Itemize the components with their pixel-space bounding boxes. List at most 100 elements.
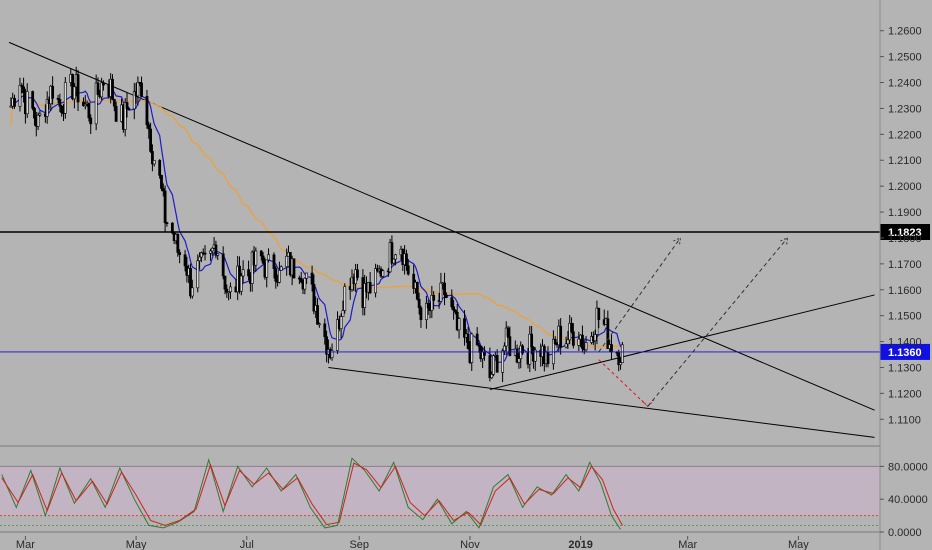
candle-body	[316, 305, 319, 325]
oscillator-axis[interactable]: 80.0000 40.0000 0.0000	[880, 461, 928, 539]
candle-body	[210, 247, 214, 252]
candle-body	[339, 316, 343, 329]
candle-body	[299, 277, 303, 283]
time-tick-label: Mar	[678, 539, 697, 550]
current-price-label: 1.1360	[888, 347, 922, 359]
candle-body	[343, 286, 347, 311]
candle-body	[356, 269, 359, 278]
oscillator-tick-label: 0.0000	[888, 527, 922, 539]
candle-body	[368, 282, 372, 294]
candle-body	[161, 188, 165, 192]
candle-body	[564, 343, 568, 348]
candle-body	[415, 282, 419, 300]
candle-body	[553, 338, 557, 344]
candle-body	[394, 254, 397, 260]
candle-body	[149, 128, 152, 152]
candle-body	[374, 268, 377, 294]
candle-body	[559, 325, 563, 348]
candle-body	[160, 175, 163, 189]
candle-body	[239, 275, 243, 292]
candle-body	[454, 309, 457, 313]
price-tick-label: 1.1700	[888, 259, 922, 271]
candle-body	[483, 351, 486, 356]
candle-body	[439, 282, 443, 302]
candle-body	[127, 108, 131, 110]
price-tick-label: 1.2200	[888, 129, 922, 141]
candle-body	[530, 333, 534, 348]
price-chart[interactable]: 1.18231.1360 1.26001.25001.24001.23001.2…	[0, 0, 932, 550]
oscillator-band	[0, 466, 880, 516]
candle-body	[158, 160, 162, 176]
candle-body	[274, 268, 278, 282]
candle-body	[392, 258, 396, 264]
candle-body	[501, 350, 504, 373]
price-tick-label: 1.2600	[888, 26, 922, 38]
candle-body	[147, 124, 151, 130]
candle-body	[305, 272, 309, 279]
candle-body	[571, 331, 575, 346]
time-tick-label: Nov	[460, 539, 480, 550]
candle-body	[183, 254, 187, 267]
candle-body	[87, 102, 91, 119]
candle-body	[584, 342, 588, 351]
candle-body	[610, 344, 613, 353]
candle-body	[261, 255, 265, 264]
price-tick-label: 1.1400	[888, 337, 922, 349]
candle-body	[18, 85, 22, 107]
candle-body	[577, 338, 581, 346]
candle-body	[203, 252, 207, 255]
candle-body	[89, 117, 93, 125]
candle-body	[198, 256, 201, 262]
time-tick-label: May	[126, 539, 147, 550]
candle-body	[405, 253, 408, 267]
price-tick-label: 1.2100	[888, 155, 922, 167]
price-tick-label: 1.1600	[888, 285, 922, 297]
candle-body	[178, 252, 182, 256]
candle-body	[475, 333, 479, 346]
candle-body	[96, 82, 100, 95]
candle-body	[597, 307, 601, 320]
time-tick-label: Sep	[349, 539, 369, 550]
oscillator-tick-label: 80.0000	[888, 461, 928, 473]
candle-body	[323, 323, 327, 338]
candle-body	[546, 351, 550, 365]
candle-body	[419, 307, 423, 320]
candle-body	[450, 297, 454, 308]
candle-body	[620, 344, 624, 363]
candle-body	[310, 272, 314, 285]
price-tick-label: 1.1100	[888, 414, 921, 426]
price-tick-label: 1.2400	[888, 78, 922, 90]
time-tick-label: May	[788, 539, 809, 550]
candle-body	[221, 253, 225, 277]
candle-body	[241, 269, 245, 277]
candle-body	[58, 99, 62, 107]
candle-body	[254, 250, 258, 266]
candle-body	[444, 294, 448, 298]
price-tick-label: 1.2000	[888, 181, 922, 193]
candle-body	[111, 78, 114, 100]
candle-body	[570, 322, 573, 332]
candle-body	[25, 91, 29, 115]
candle-body	[285, 255, 289, 268]
candle-body	[443, 282, 446, 296]
candle-body	[125, 102, 129, 109]
candle-body	[63, 82, 67, 114]
candle-body	[102, 82, 105, 86]
candle-body	[51, 85, 55, 99]
time-tick-label: Mar	[16, 539, 35, 550]
candle-body	[247, 269, 250, 277]
candle-body	[31, 91, 35, 109]
price-tick-label: 1.1800	[888, 233, 922, 245]
candle-body	[259, 250, 263, 257]
candle-body	[495, 355, 499, 373]
candle-body	[457, 318, 461, 331]
candle-body	[470, 333, 474, 363]
time-tick-label: 2019	[568, 539, 592, 550]
candle-body	[76, 74, 80, 103]
candle-body	[216, 253, 220, 256]
candle-body	[267, 254, 270, 261]
candle-body	[36, 114, 40, 127]
candle-body	[492, 355, 495, 375]
candle-body	[341, 310, 345, 317]
candle-body	[22, 86, 25, 93]
